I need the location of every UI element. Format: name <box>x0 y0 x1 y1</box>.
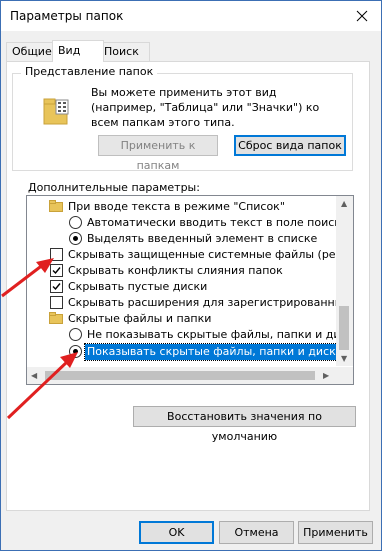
radio-icon[interactable] <box>69 328 82 341</box>
restore-defaults-button[interactable]: Восстановить значения по умолчанию <box>133 406 356 443</box>
checkbox-icon[interactable] <box>50 264 63 277</box>
tree-item-label: Скрытые файлы и папки <box>68 312 212 325</box>
folder-options-window: Параметры папок Общие Вид Поиск Представ… <box>0 0 382 551</box>
vertical-scroll-thumb[interactable] <box>339 306 349 350</box>
tab-search[interactable]: Поиск <box>98 42 150 61</box>
apply-to-folders-button[interactable]: Применить к папкам <box>98 135 218 172</box>
scroll-up-arrow-icon[interactable]: ▲ <box>341 199 347 208</box>
scroll-down-arrow-icon[interactable]: ▼ <box>341 354 347 363</box>
radio-icon[interactable] <box>69 232 82 245</box>
horizontal-scroll-thumb[interactable] <box>45 371 315 380</box>
tab-general[interactable]: Общие <box>6 42 58 61</box>
radio-icon[interactable] <box>69 345 82 358</box>
tree-item-label: Выделять введенный элемент в списке <box>87 232 318 245</box>
tree-item-label: Скрывать расширения для зарегистрированн… <box>68 296 354 309</box>
folder-view-folder-icon <box>43 97 69 128</box>
advanced-settings-label: Дополнительные параметры: <box>28 181 200 194</box>
close-button[interactable] <box>349 3 375 29</box>
apply-button[interactable]: Применить <box>298 521 373 544</box>
title-bar: Параметры папок <box>1 1 381 31</box>
folder-view-group-label: Представление папок <box>21 65 158 78</box>
tree-item-label-selected: Показывать скрытые файлы, папки и диски <box>84 343 346 361</box>
tree-item-label: При вводе текста в режиме "Список" <box>68 200 285 213</box>
checkbox-icon[interactable] <box>50 248 63 261</box>
folder-icon <box>49 200 63 212</box>
folder-icon <box>49 312 63 324</box>
horizontal-scrollbar[interactable]: ◀ ▶ <box>27 367 353 384</box>
tree-item-label: Скрывать пустые диски <box>68 280 208 293</box>
tab-general-label: Общие <box>12 45 52 58</box>
cancel-button[interactable]: Отмена <box>219 521 294 544</box>
close-icon <box>356 10 368 22</box>
checkbox-icon[interactable] <box>50 280 63 293</box>
tree-item-label: Автоматически вводить текст в поле поиск… <box>87 216 348 229</box>
tab-search-label: Поиск <box>104 45 139 58</box>
window-title: Параметры папок <box>10 9 124 23</box>
folder-view-description: Вы можете применить этот вид (например, … <box>91 86 320 129</box>
tree-item-label: Скрывать защищенные системные файлы (рек… <box>68 248 354 261</box>
radio-icon[interactable] <box>69 216 82 229</box>
advanced-settings-tree[interactable]: При вводе текста в режиме "Список" Автом… <box>26 195 354 385</box>
tree-item-label: Скрывать конфликты слияния папок <box>68 264 283 277</box>
reset-folders-button[interactable]: Сброс вида папок <box>234 135 346 156</box>
scroll-left-arrow-icon[interactable]: ◀ <box>31 371 37 380</box>
tree-item-label: Не показывать скрытые файлы, папки и дис… <box>87 328 354 341</box>
tab-view[interactable]: Вид <box>52 40 104 62</box>
scroll-right-arrow-icon[interactable]: ▶ <box>323 371 329 380</box>
tab-view-label: Вид <box>58 44 81 57</box>
ok-button[interactable]: OK <box>139 521 214 544</box>
checkbox-icon[interactable] <box>50 296 63 309</box>
vertical-scrollbar[interactable]: ▲ ▼ <box>336 196 353 366</box>
